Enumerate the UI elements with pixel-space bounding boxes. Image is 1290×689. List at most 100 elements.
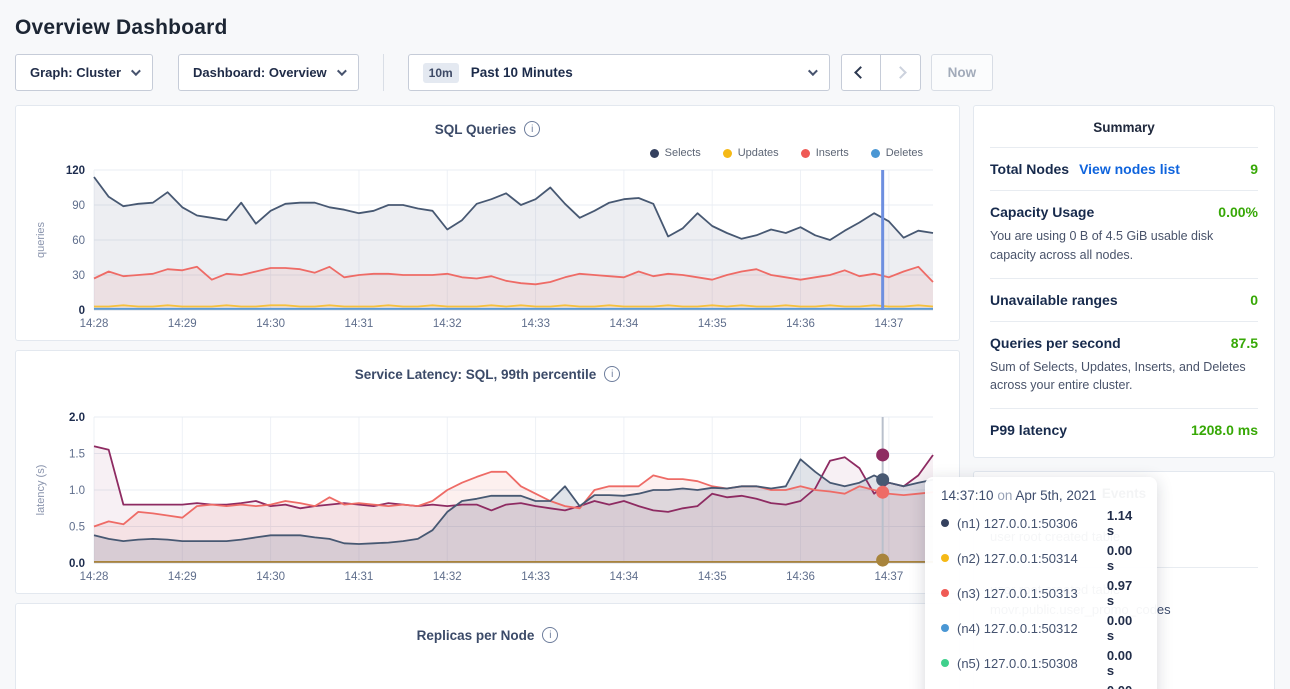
info-icon[interactable] [542,627,558,643]
node-color-dot-icon [941,624,949,632]
svg-text:14:28: 14:28 [80,318,109,330]
dashboard-dropdown-label: Dashboard: Overview [193,65,327,80]
svg-text:90: 90 [72,200,85,212]
capacity-usage-value: 0.00% [1218,204,1258,220]
replicas-per-node-card: Replicas per Node [15,603,960,689]
svg-text:queries: queries [35,221,47,258]
inserts-dot-icon [801,149,810,158]
svg-text:0.0: 0.0 [69,558,85,570]
svg-text:14:35: 14:35 [698,571,727,583]
now-button[interactable]: Now [931,54,994,91]
svg-text:14:30: 14:30 [256,571,285,583]
next-timewindow-button[interactable] [881,54,921,91]
qps-desc: Sum of Selects, Updates, Inserts, and De… [990,358,1258,396]
time-range-selector[interactable]: 10m Past 10 Minutes [408,54,830,91]
summary-title: Summary [990,120,1258,147]
svg-text:14:34: 14:34 [610,571,639,583]
svg-text:14:33: 14:33 [521,318,550,330]
svg-text:14:37: 14:37 [874,571,903,583]
charts-column: SQL Queries Selects Updates Inserts [15,105,960,689]
tooltip-node-value: 0.00 s [1107,683,1143,689]
summary-row-unavailable-ranges: Unavailable ranges 0 [990,278,1258,321]
summary-row-total-nodes: Total Nodes View nodes list 9 [990,147,1258,190]
graph-dropdown[interactable]: Graph: Cluster [15,54,153,91]
graph-dropdown-label: Graph: Cluster [30,65,121,80]
page-title: Overview Dashboard [0,0,1290,40]
updates-dot-icon [723,149,732,158]
tooltip-node-value: 0.97 s [1107,578,1143,608]
service-latency-card: Service Latency: SQL, 99th percentile 14… [15,350,960,594]
sql-queries-chart[interactable]: 14:2814:2914:3014:3114:3214:3314:3414:35… [30,162,945,334]
qps-value: 87.5 [1231,335,1258,351]
service-latency-chart[interactable]: 14:2814:2914:3014:3114:3214:3314:3414:35… [30,409,945,587]
svg-text:14:29: 14:29 [168,571,197,583]
svg-text:14:32: 14:32 [433,318,462,330]
info-icon[interactable] [604,366,620,382]
prev-timewindow-button[interactable] [841,54,881,91]
svg-text:14:30: 14:30 [256,318,285,330]
legend-item-inserts: Inserts [801,144,849,162]
legend-item-deletes: Deletes [871,144,923,162]
p99-latency-value: 1208.0 ms [1191,422,1258,438]
time-range-label: Past 10 Minutes [471,65,573,80]
capacity-usage-desc: You are using 0 B of 4.5 GiB usable disk… [990,227,1258,265]
sql-queries-legend: Selects Updates Inserts Deletes [30,144,945,162]
chart-tooltip: 14:37:10 on Apr 5th, 2021 (n1) 127.0.0.1… [925,477,1157,689]
tooltip-node-value: 0.00 s [1107,543,1143,573]
svg-text:120: 120 [66,165,85,177]
total-nodes-value: 9 [1250,161,1258,177]
tooltip-node-value: 0.00 s [1107,648,1143,678]
tooltip-row: (n4) 127.0.0.1:50312 0.00 s [941,613,1143,643]
legend-item-updates: Updates [723,144,779,162]
svg-text:14:37: 14:37 [874,318,903,330]
info-icon[interactable] [524,121,540,137]
chevron-down-icon [131,66,141,76]
svg-text:14:34: 14:34 [610,318,639,330]
arrow-right-icon [894,66,907,79]
toolbar: Graph: Cluster Dashboard: Overview 10m P… [15,54,1275,91]
view-nodes-list-link[interactable]: View nodes list [1079,161,1180,177]
summary-row-p99-latency: P99 latency 1208.0 ms [990,408,1258,451]
tooltip-node-value: 0.00 s [1107,613,1143,643]
svg-text:0: 0 [79,305,85,317]
tooltip-node-label: (n2) 127.0.0.1:50314 [957,551,1103,566]
node-color-dot-icon [941,554,949,562]
dashboard-dropdown[interactable]: Dashboard: Overview [178,54,359,91]
svg-text:2.0: 2.0 [69,412,85,424]
summary-row-capacity-usage: Capacity Usage 0.00% You are using 0 B o… [990,190,1258,278]
svg-text:14:29: 14:29 [168,318,197,330]
service-latency-title: Service Latency: SQL, 99th percentile [355,367,597,382]
node-color-dot-icon [941,519,949,527]
arrow-left-icon [854,66,867,79]
node-color-dot-icon [941,659,949,667]
svg-text:14:36: 14:36 [786,318,815,330]
svg-text:14:32: 14:32 [433,571,462,583]
tooltip-row: (n1) 127.0.0.1:50306 1.14 s [941,508,1143,538]
tooltip-node-label: (n1) 127.0.0.1:50306 [957,516,1103,531]
tooltip-row: (n5) 127.0.0.1:503080.00 s [941,648,1143,678]
svg-text:14:33: 14:33 [521,571,550,583]
tooltip-row: (n2) 127.0.0.1:50314 0.00 s [941,543,1143,573]
tooltip-node-label: (n4) 127.0.0.1:50312 [957,621,1103,636]
overview-dashboard-page: Overview Dashboard Graph: Cluster Dashbo… [0,0,1290,689]
node-color-dot-icon [941,589,949,597]
svg-text:1.0: 1.0 [69,485,85,497]
svg-text:1.5: 1.5 [69,449,85,461]
tooltip-node-label: (n3) 127.0.0.1:50313 [957,586,1103,601]
toolbar-divider [383,54,384,91]
replicas-per-node-title: Replicas per Node [417,628,535,643]
time-range-badge: 10m [423,63,459,83]
deletes-dot-icon [871,149,880,158]
tooltip-node-value: 1.14 s [1107,508,1143,538]
tooltip-row: (n3) 127.0.0.1:50313 0.97 s [941,578,1143,608]
svg-text:14:31: 14:31 [345,571,374,583]
svg-text:30: 30 [72,270,85,282]
unavailable-ranges-value: 0 [1250,292,1258,308]
svg-text:latency (s): latency (s) [35,465,47,516]
svg-text:14:31: 14:31 [345,318,374,330]
tooltip-row: (n6) 127.0.0.1:503100.00 s [941,683,1143,689]
svg-text:60: 60 [72,235,85,247]
summary-card: Summary Total Nodes View nodes list 9 Ca… [973,105,1275,458]
sql-queries-card: SQL Queries Selects Updates Inserts [15,105,960,341]
chevron-down-icon [337,66,347,76]
